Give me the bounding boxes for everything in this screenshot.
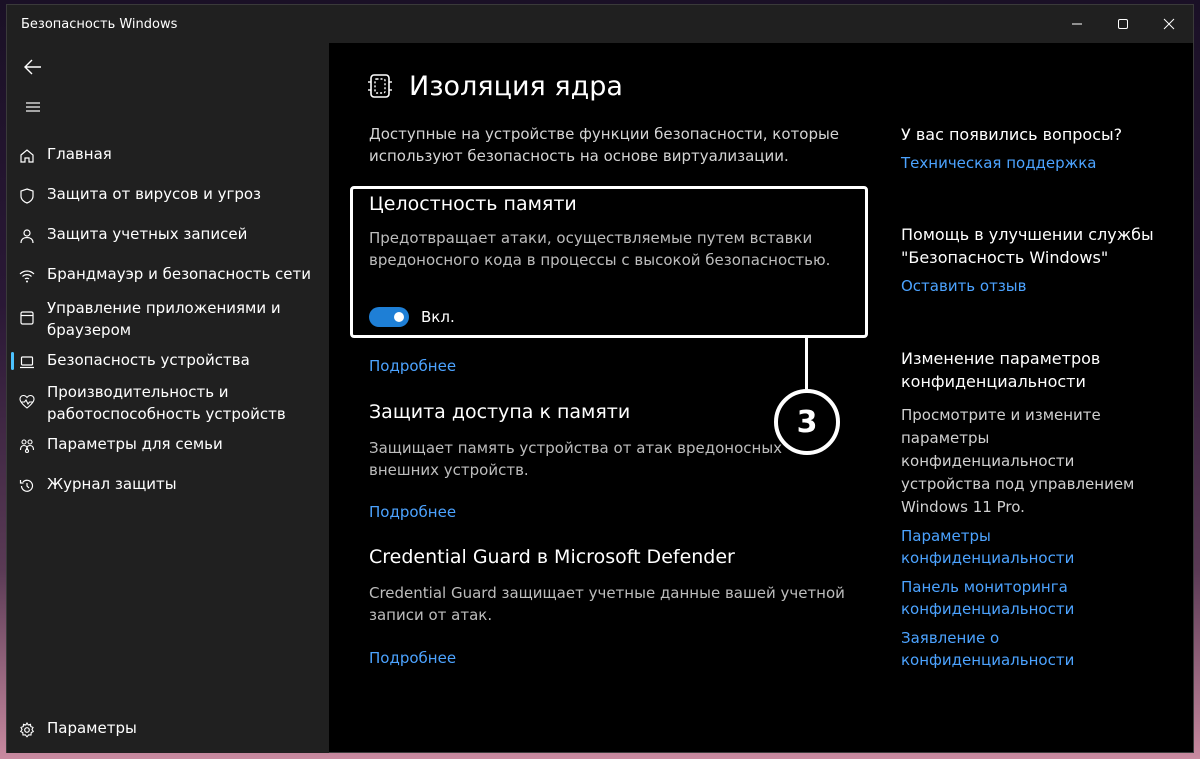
- privacy-panel: Изменение параметров конфиденциальности …: [901, 347, 1161, 671]
- sidebar-item-family-options[interactable]: Параметры для семьи: [7, 433, 329, 459]
- questions-panel: У вас появились вопросы? Техническая под…: [901, 123, 1161, 174]
- sidebar-item-protection-history[interactable]: Журнал защиты: [7, 473, 329, 499]
- sidebar-item-label: Журнал защиты: [47, 475, 177, 493]
- active-indicator: [11, 352, 14, 370]
- sidebar-item-label: Параметры: [47, 719, 137, 737]
- improve-panel: Помощь в улучшении службы "Безопасность …: [901, 223, 1161, 297]
- window-title: Безопасность Windows: [21, 17, 178, 32]
- maximize-icon: [1118, 19, 1128, 29]
- memory-access-learn-more-link[interactable]: Подробнее: [369, 501, 456, 523]
- toggle-knob: [394, 312, 404, 322]
- family-icon: [18, 437, 36, 455]
- privacy-statement-link[interactable]: Заявление о конфиденциальности: [901, 627, 1161, 671]
- improve-heading: Помощь в улучшении службы "Безопасность …: [901, 225, 1154, 267]
- page-intro: Доступные на устройстве функции безопасн…: [369, 125, 840, 165]
- title-bar: Безопасность Windows: [7, 5, 1193, 43]
- core-isolation-icon: [368, 74, 392, 98]
- memory-integrity-toggle[interactable]: [369, 307, 409, 327]
- sidebar-item-device-performance[interactable]: Производительность и работоспособность у…: [7, 381, 329, 427]
- sidebar-item-label: Управление приложениями и браузером: [47, 299, 281, 339]
- hamburger-icon: [26, 102, 40, 112]
- step-badge: 3: [774, 389, 840, 455]
- person-icon: [18, 227, 36, 245]
- sidebar-item-settings[interactable]: Параметры: [7, 717, 329, 743]
- sidebar-item-account-protection[interactable]: Защита учетных записей: [7, 223, 329, 249]
- app-window: Безопасность Windows Главная Защита от в…: [6, 4, 1194, 753]
- back-button[interactable]: [15, 51, 51, 83]
- main-content: Изоляция ядра Доступные на устройстве фу…: [329, 43, 1195, 753]
- privacy-settings-link[interactable]: Параметры конфиденциальности: [901, 525, 1161, 569]
- callout-connector: [805, 338, 808, 390]
- sidebar-item-label: Производительность и работоспособность у…: [47, 383, 286, 423]
- maximize-button[interactable]: [1100, 5, 1146, 43]
- sidebar-item-label: Защита учетных записей: [47, 225, 248, 243]
- close-icon: [1163, 18, 1175, 30]
- gear-icon: [18, 721, 36, 739]
- sidebar-item-firewall[interactable]: Брандмауэр и безопасность сети: [7, 263, 329, 289]
- memory-integrity-description: Предотвращает атаки, осуществляемые путе…: [369, 229, 831, 269]
- privacy-heading: Изменение параметров конфиденциальности: [901, 349, 1101, 391]
- credential-guard-description: Credential Guard защищает учетные данные…: [369, 584, 845, 624]
- sidebar-item-device-security[interactable]: Безопасность устройства: [7, 349, 329, 375]
- close-button[interactable]: [1146, 5, 1192, 43]
- memory-integrity-title: Целостность памяти: [369, 193, 577, 215]
- sidebar-item-label: Главная: [47, 145, 112, 163]
- memory-access-description: Защищает память устройства от атак вредо…: [369, 439, 783, 479]
- sidebar-item-label: Параметры для семьи: [47, 435, 223, 453]
- shield-icon: [18, 187, 36, 205]
- laptop-icon: [18, 353, 36, 371]
- heartbeat-icon: [18, 393, 36, 411]
- sidebar-item-label: Брандмауэр и безопасность сети: [47, 265, 312, 283]
- sidebar-item-home[interactable]: Главная: [7, 143, 329, 169]
- credential-guard-title: Credential Guard в Microsoft Defender: [369, 546, 735, 568]
- hamburger-menu-button[interactable]: [15, 91, 51, 123]
- wifi-icon: [18, 267, 36, 285]
- privacy-dashboard-link[interactable]: Панель мониторинга конфиденциальности: [901, 576, 1161, 620]
- sidebar-item-app-browser-control[interactable]: Управление приложениями и браузером: [7, 297, 329, 343]
- history-icon: [18, 477, 36, 495]
- page-title: Изоляция ядра: [409, 71, 623, 102]
- questions-heading: У вас появились вопросы?: [901, 125, 1123, 144]
- minimize-button[interactable]: [1054, 5, 1100, 43]
- credential-guard-learn-more-link[interactable]: Подробнее: [369, 647, 456, 669]
- sidebar-item-virus-protection[interactable]: Защита от вирусов и угроз: [7, 183, 329, 209]
- memory-integrity-learn-more-link[interactable]: Подробнее: [369, 355, 456, 377]
- home-icon: [18, 147, 36, 165]
- minimize-icon: [1072, 23, 1082, 25]
- feedback-link[interactable]: Оставить отзыв: [901, 275, 1161, 297]
- tech-support-link[interactable]: Техническая поддержка: [901, 152, 1161, 174]
- privacy-text: Просмотрите и измените параметры конфиде…: [901, 406, 1135, 516]
- sidebar-item-label: Безопасность устройства: [47, 351, 250, 369]
- app-window-icon: [18, 309, 36, 327]
- back-arrow-icon: [24, 59, 41, 75]
- sidebar: Главная Защита от вирусов и угроз Защита…: [7, 43, 329, 753]
- sidebar-item-label: Защита от вирусов и угроз: [47, 185, 262, 203]
- toggle-label: Вкл.: [421, 308, 455, 326]
- memory-access-title: Защита доступа к памяти: [369, 401, 631, 423]
